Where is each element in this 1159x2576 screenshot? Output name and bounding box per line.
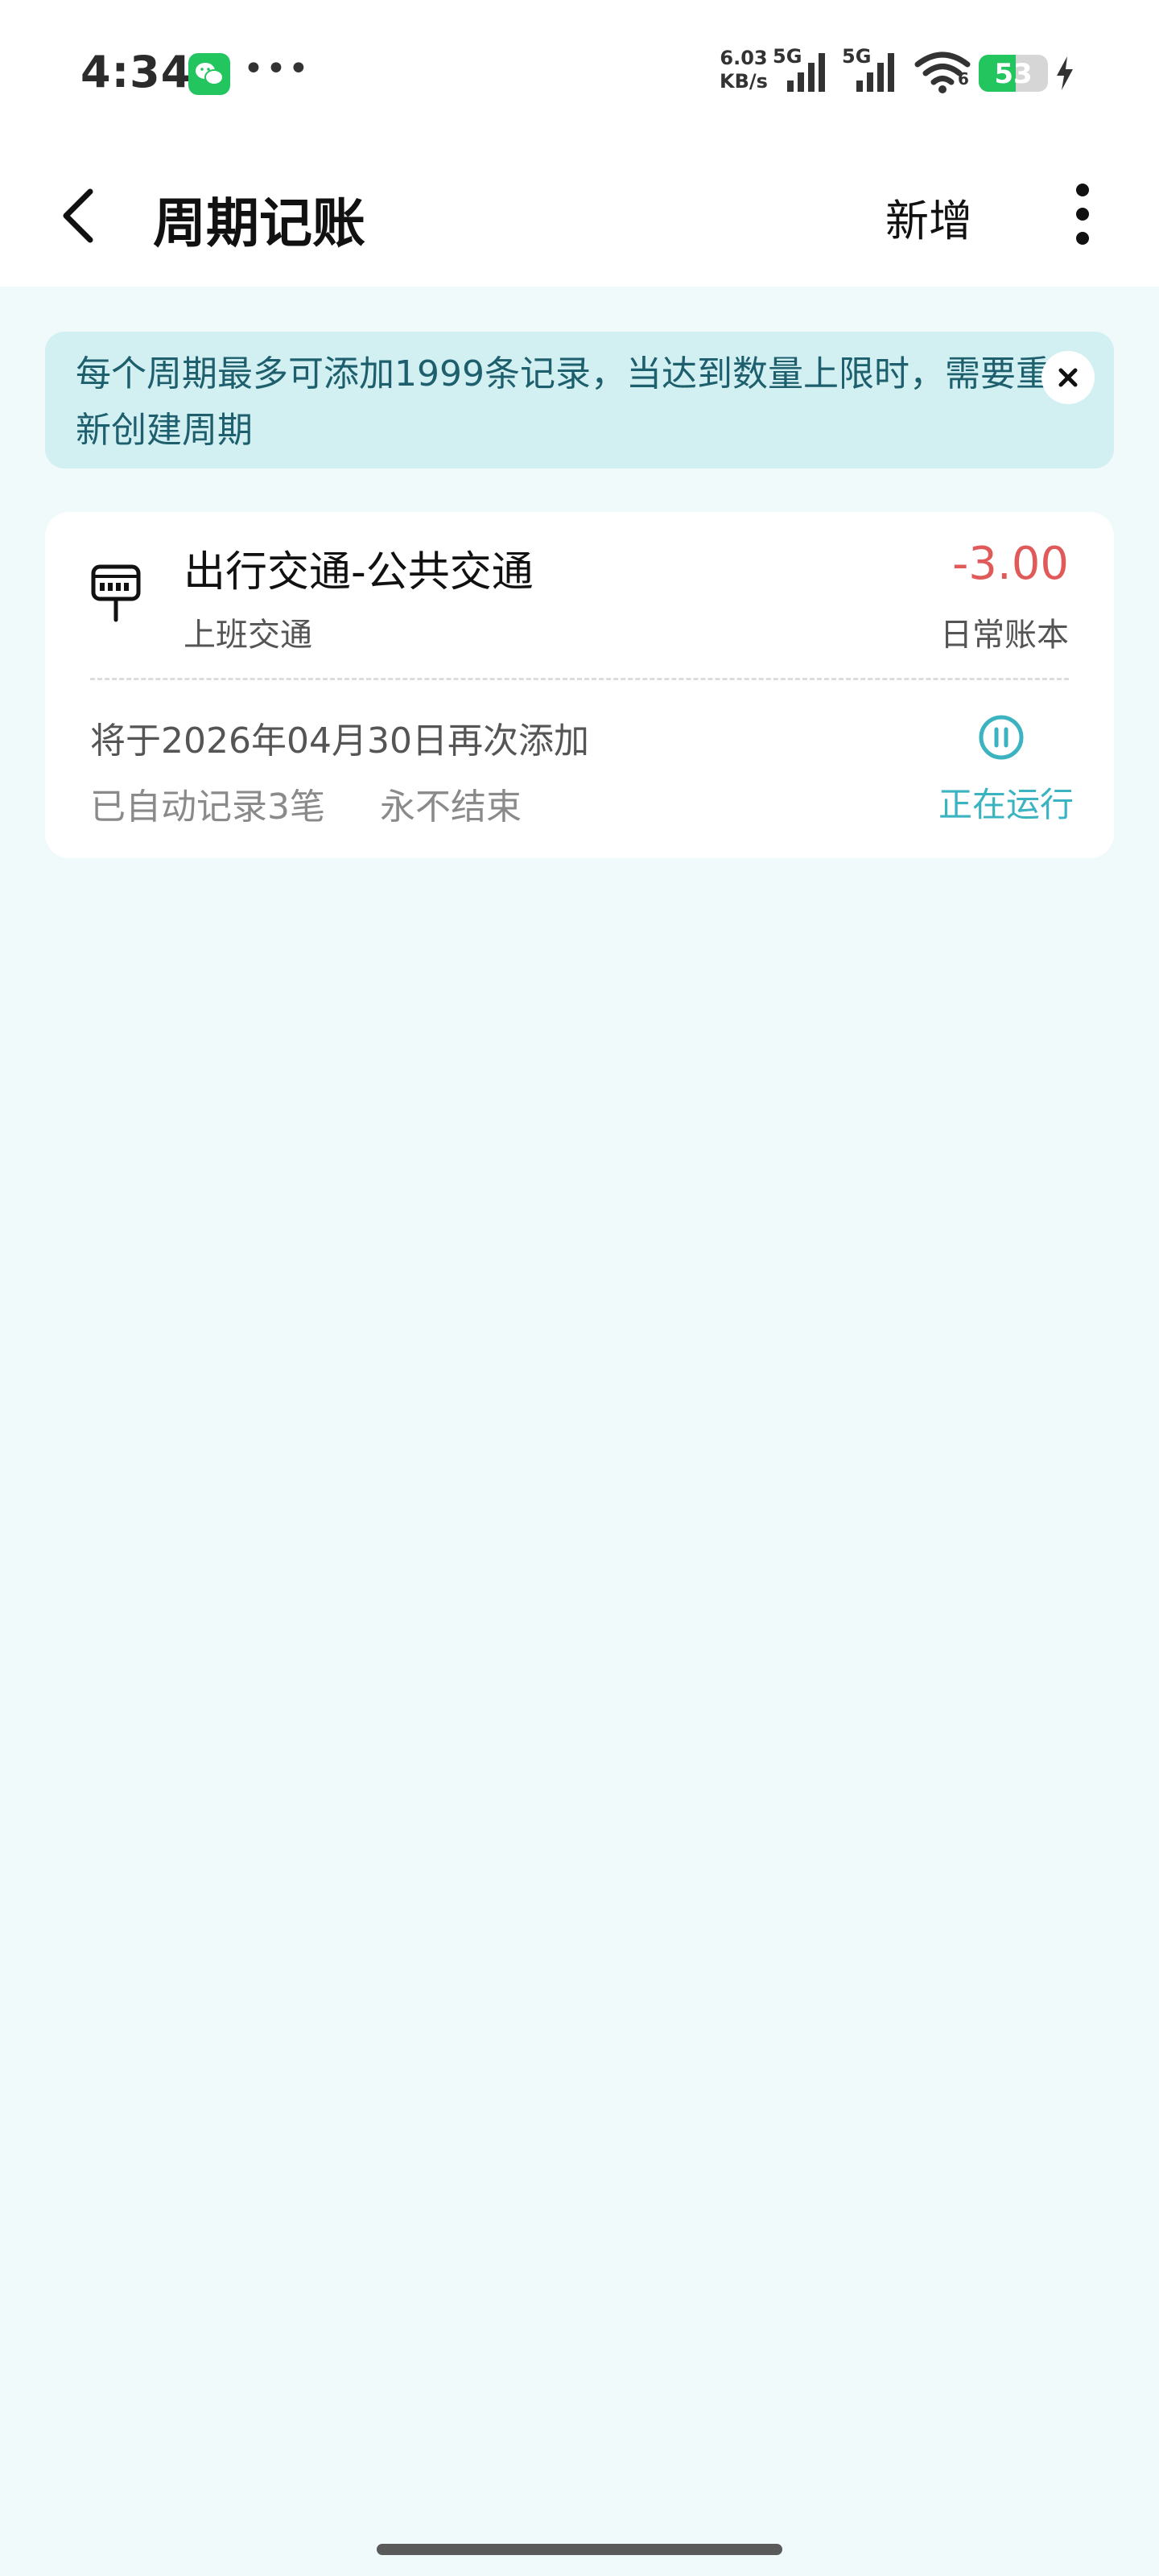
app-bar: 周期记账 新增: [0, 145, 1159, 287]
home-indicator[interactable]: [377, 2544, 782, 2555]
close-icon[interactable]: [1041, 351, 1095, 404]
record-amount: -3.00: [952, 538, 1069, 590]
bus-card-icon: [90, 562, 142, 626]
pause-icon[interactable]: [977, 713, 1025, 765]
record-note: 上班交通: [184, 617, 312, 654]
run-status[interactable]: 正在运行: [938, 778, 1074, 827]
page-title: 周期记账: [153, 192, 365, 254]
end-rule: 永不结束: [380, 786, 522, 828]
record-book: 日常账本: [940, 617, 1069, 654]
battery-level: 53: [994, 58, 1033, 90]
notice-text: 每个周期最多可添加1999条记录，当达到数量上限时，需要重新创建周期: [76, 353, 1051, 451]
next-add-date: 将于2026年04月30日再次添加: [90, 720, 589, 762]
wifi-label: 6: [958, 69, 969, 89]
charging-icon: [1057, 56, 1073, 90]
more-dots-icon: •••: [243, 48, 311, 89]
net-speed-unit: KB/s: [720, 70, 768, 93]
recurring-record-card[interactable]: 出行交通-公共交通 上班交通 -3.00 日常账本 将于2026年04月30日再…: [45, 512, 1114, 858]
dashed-divider: [90, 678, 1069, 680]
record-category: 出行交通-公共交通: [184, 548, 534, 597]
wechat-icon: [188, 53, 230, 95]
auto-record-count: 已自动记录3笔: [90, 786, 325, 828]
back-arrow-icon[interactable]: [52, 179, 108, 251]
overflow-menu-icon[interactable]: [1062, 177, 1103, 258]
add-button[interactable]: 新增: [885, 185, 972, 249]
net-speed-value: 6.03: [720, 47, 768, 69]
notice-banner: 每个周期最多可添加1999条记录，当达到数量上限时，需要重新创建周期: [45, 332, 1114, 469]
net-speed: 6.03 KB/s: [715, 47, 773, 93]
signal-icon: [856, 53, 894, 92]
status-time: 4:34: [80, 47, 192, 97]
status-bar: 4:34 ••• 6.03 KB/s 5G 5G 6 53: [0, 0, 1159, 145]
battery-icon: 53: [979, 55, 1048, 92]
signal-icon: [787, 53, 825, 92]
